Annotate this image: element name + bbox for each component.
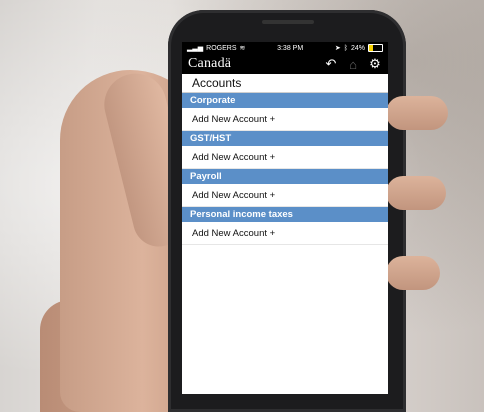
section-gst-hst: GST/HST Add New Account +	[182, 131, 388, 169]
add-account-button[interactable]: Add New Account +	[182, 146, 388, 169]
gear-icon[interactable]: ⚙	[368, 56, 382, 71]
app-bar: Canadä ↶ ⌂ ⚙	[182, 54, 388, 74]
bluetooth-icon: ᛒ	[343, 44, 348, 52]
battery-icon	[367, 44, 383, 52]
finger-3	[386, 256, 440, 290]
home-icon[interactable]: ⌂	[346, 57, 360, 72]
add-account-button[interactable]: Add New Account +	[182, 108, 388, 131]
carrier-label: ROGERS	[206, 44, 237, 52]
canada-wordmark: Canadä	[188, 56, 232, 71]
wifi-icon: ≋	[239, 45, 246, 52]
section-header: Payroll	[182, 169, 388, 184]
phone-screen: ▂▃▅ ROGERS ≋ 3:38 PM ➤ ᛒ 24% Canadä ↶ ⌂ …	[182, 42, 388, 394]
location-icon: ➤	[334, 45, 341, 52]
status-time: 3:38 PM	[277, 44, 304, 52]
section-payroll: Payroll Add New Account +	[182, 169, 388, 207]
add-account-button[interactable]: Add New Account +	[182, 184, 388, 207]
status-bar: ▂▃▅ ROGERS ≋ 3:38 PM ➤ ᛒ 24%	[182, 42, 388, 54]
section-header: Personal income taxes	[182, 207, 388, 222]
finger-2	[386, 176, 446, 210]
section-personal-income-taxes: Personal income taxes Add New Account +	[182, 207, 388, 245]
battery-percent: 24%	[350, 44, 365, 52]
section-header: Corporate	[182, 93, 388, 108]
add-account-button[interactable]: Add New Account +	[182, 222, 388, 245]
phone-speaker	[262, 20, 314, 24]
page-title: Accounts	[192, 76, 242, 90]
finger-1	[386, 96, 448, 130]
back-icon[interactable]: ↶	[324, 56, 338, 71]
section-corporate: Corporate Add New Account +	[182, 93, 388, 131]
section-header: GST/HST	[182, 131, 388, 146]
page-header: Accounts	[182, 74, 388, 93]
signal-icon: ▂▃▅	[187, 45, 204, 52]
